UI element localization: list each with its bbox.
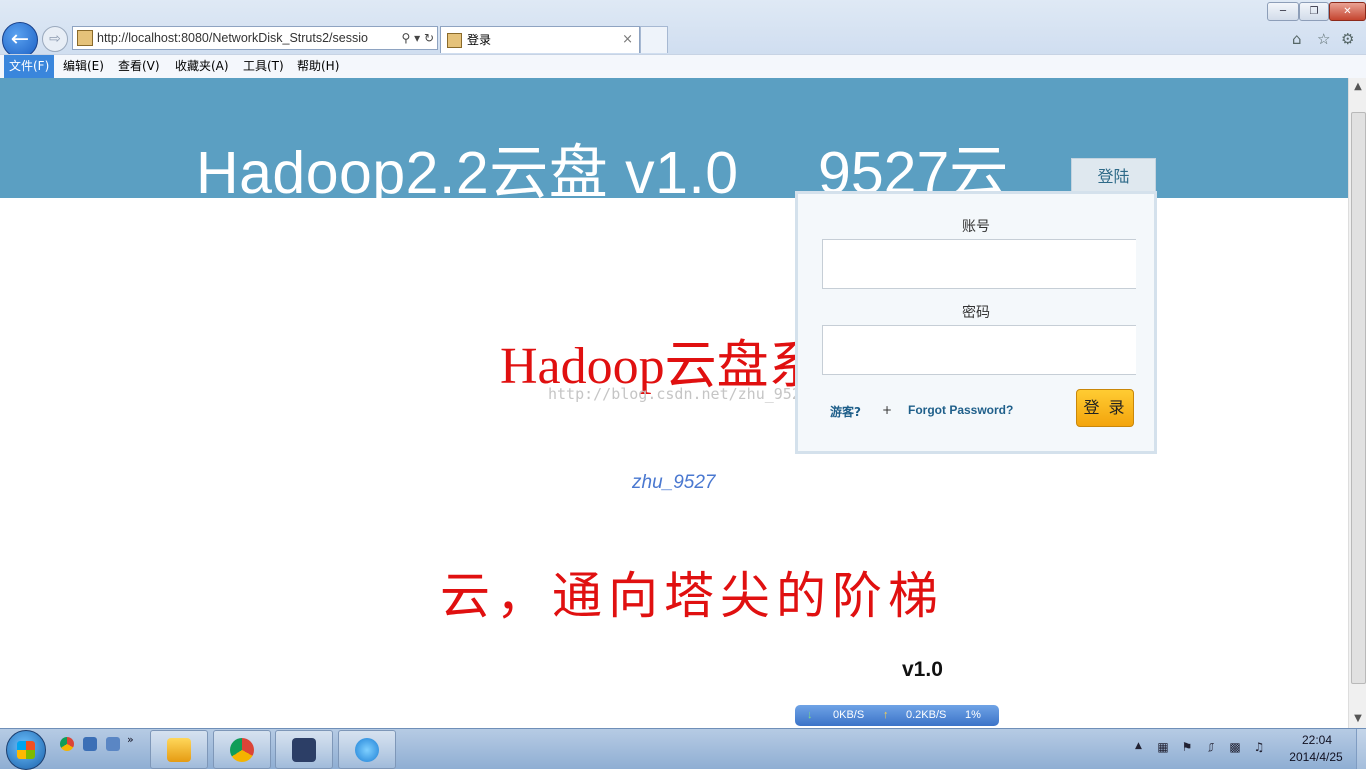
home-icon[interactable]: ⌂ bbox=[1292, 30, 1302, 48]
slogan: 云，通向塔尖的阶梯 bbox=[440, 568, 944, 624]
address-bar[interactable]: http://localhost:8080/NetworkDisk_Struts… bbox=[72, 26, 438, 50]
upload-arrow-icon: ↑ bbox=[883, 709, 889, 721]
maximize-button[interactable]: ❐ bbox=[1299, 2, 1329, 21]
menu-bar: 文件(F) 编辑(E) 查看(V) 收藏夹(A) 工具(T) 帮助(H) bbox=[0, 54, 1366, 78]
show-desktop-button[interactable] bbox=[1356, 729, 1366, 769]
network-monitor: ↓ 0KB/S ↑ 0.2KB/S 1% bbox=[795, 705, 999, 726]
forward-button[interactable]: ⇨ bbox=[42, 26, 68, 52]
browser-chrome: ← ⇨ http://localhost:8080/NetworkDisk_St… bbox=[0, 0, 1366, 79]
download-speed: 0KB/S bbox=[833, 709, 865, 721]
minimize-button[interactable]: ─ bbox=[1267, 2, 1299, 21]
tab-title[interactable]: 登录 bbox=[467, 27, 491, 53]
password-label: 密码 bbox=[962, 305, 990, 321]
desktop-quicklaunch-icon[interactable] bbox=[83, 737, 97, 751]
download-arrow-icon: ↓ bbox=[807, 709, 813, 721]
back-button[interactable]: ← bbox=[2, 22, 38, 58]
upload-speed: 0.2KB/S bbox=[906, 709, 947, 721]
eight-app-icon bbox=[292, 738, 316, 762]
link-separator: + bbox=[882, 403, 893, 417]
tab-close-icon[interactable]: × bbox=[622, 27, 633, 53]
menu-help[interactable]: 帮助(H) bbox=[292, 55, 344, 78]
page-viewport: Hadoop2.2云盘 v1.0 9527云 Hadoop云盘系 http://… bbox=[0, 78, 1348, 728]
monitor-quicklaunch-icon[interactable] bbox=[106, 737, 120, 751]
author-name: zhu_9527 bbox=[632, 472, 716, 493]
taskbar-app-editor[interactable] bbox=[275, 730, 333, 769]
taskbar: » ▲ ▦ ⚑ ⎎ ▩ ♫ 22:04 2014/4/25 bbox=[0, 728, 1366, 770]
clock-time[interactable]: 22:04 bbox=[1286, 733, 1348, 747]
action-center-flag-icon[interactable]: ⚑ bbox=[1180, 740, 1194, 754]
menu-view[interactable]: 查看(V) bbox=[113, 55, 165, 78]
power-icon[interactable]: ⎎ bbox=[1204, 740, 1218, 754]
version-label: v1.0 bbox=[902, 658, 943, 681]
taskbar-app-chrome[interactable] bbox=[213, 730, 271, 769]
password-input[interactable] bbox=[822, 325, 1136, 375]
blog-watermark: http://blog.csdn.net/zhu_9527 bbox=[548, 385, 810, 403]
gear-icon[interactable]: ⚙ bbox=[1341, 30, 1354, 48]
usage-percent: 1% bbox=[965, 709, 981, 721]
tray-expand-icon[interactable]: ▲ bbox=[1135, 741, 1142, 751]
start-button[interactable] bbox=[6, 730, 46, 770]
login-panel: 账号 密码 游客? + Forgot Password? 登 录 bbox=[795, 191, 1157, 454]
forgot-password-link[interactable]: Forgot Password? bbox=[908, 403, 1013, 417]
network-signal-icon[interactable]: ▩ bbox=[1228, 740, 1242, 754]
login-submit-button[interactable]: 登 录 bbox=[1076, 389, 1134, 427]
menu-favorites[interactable]: 收藏夹(A) bbox=[170, 55, 234, 78]
folder-app-icon bbox=[167, 738, 191, 762]
account-input[interactable] bbox=[822, 239, 1136, 289]
menu-tools[interactable]: 工具(T) bbox=[238, 55, 289, 78]
clock-date[interactable]: 2014/4/25 bbox=[1280, 750, 1352, 764]
dropdown-icon[interactable]: ▾ bbox=[414, 31, 420, 45]
vertical-scrollbar[interactable]: ▲ ▼ bbox=[1348, 78, 1366, 728]
windows-logo-icon bbox=[17, 741, 35, 759]
guest-link[interactable]: 游客? bbox=[830, 403, 861, 420]
more-chevron-icon[interactable]: » bbox=[127, 733, 141, 747]
menu-edit[interactable]: 编辑(E) bbox=[58, 55, 109, 78]
close-window-button[interactable]: ✕ bbox=[1329, 2, 1366, 21]
refresh-icon[interactable]: ↻ bbox=[424, 31, 434, 45]
scroll-thumb[interactable] bbox=[1351, 112, 1366, 684]
address-url[interactable]: http://localhost:8080/NetworkDisk_Struts… bbox=[97, 27, 368, 49]
taskbar-app-ie[interactable] bbox=[338, 730, 396, 769]
page-favicon-icon bbox=[77, 30, 93, 46]
account-label: 账号 bbox=[962, 219, 990, 235]
favorites-star-icon[interactable]: ☆ bbox=[1317, 30, 1330, 48]
address-controls[interactable]: ⚲ ▾ ↻ bbox=[397, 27, 434, 49]
scroll-up-icon[interactable]: ▲ bbox=[1349, 78, 1366, 96]
browser-tab[interactable]: 登录 × bbox=[440, 26, 640, 53]
new-tab-button[interactable] bbox=[640, 26, 668, 53]
menu-file[interactable]: 文件(F) bbox=[4, 55, 55, 78]
chrome-quicklaunch-icon[interactable] bbox=[60, 737, 74, 751]
chrome-app-icon bbox=[230, 738, 254, 762]
login-toggle-tab[interactable]: 登陆 bbox=[1071, 158, 1156, 195]
ie-app-icon bbox=[355, 738, 379, 762]
tray-app-icon[interactable]: ▦ bbox=[1156, 740, 1170, 754]
search-icon[interactable]: ⚲ bbox=[401, 31, 410, 45]
taskbar-app-explorer[interactable] bbox=[150, 730, 208, 769]
volume-icon[interactable]: ♫ bbox=[1252, 740, 1266, 754]
tab-favicon-icon bbox=[447, 33, 462, 48]
banner-title: Hadoop2.2云盘 v1.0 bbox=[196, 140, 739, 206]
scroll-down-icon[interactable]: ▼ bbox=[1349, 710, 1366, 728]
